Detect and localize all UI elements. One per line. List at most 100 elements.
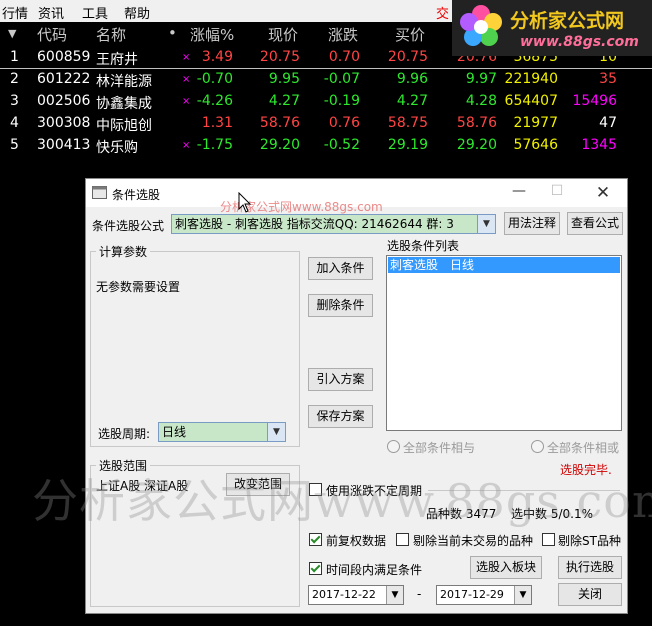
row-ask: 29.20 [456,137,497,153]
col-header-name[interactable]: 名称 [96,24,126,45]
brand-title: 分析家公式网 [510,10,625,32]
chevron-down-icon[interactable]: ▼ [514,586,531,604]
row-name: 快乐购 [96,140,138,156]
row-price: 20.75 [259,49,300,65]
pre-adjust-label: 前复权数据 [326,534,387,548]
row-change: 0.76 [328,115,360,131]
row-volume: 57646 [513,137,558,153]
add-condition-button[interactable]: 加入条件 [308,257,373,280]
brand-url: www.88gs.com [520,34,639,50]
table-row[interactable]: 5 300413 快乐购 × -1.75 29.20 -0.52 29.19 2… [0,135,652,157]
row-change-pct: 3.49 [201,49,233,65]
time-range-checkbox[interactable] [309,562,322,575]
table-row[interactable]: 3 002506 协鑫集成 × -4.26 4.27 -0.19 4.27 4.… [0,91,652,113]
col-header-change-pct[interactable]: 涨幅% [190,24,234,45]
import-scheme-button[interactable]: 引入方案 [308,368,373,391]
row-bid: 20.75 [387,49,428,65]
radio-or[interactable] [531,440,544,453]
row-name: 林洋能源 [96,74,152,90]
row-index: 2 [10,71,19,87]
stock-screening-dialog: 条件选股 — ☐ ✕ 条件选股公式 刺客选股 - 刺客选股 指标交流QQ: 21… [85,178,628,614]
list-item-formula: 刺客选股 [390,258,439,272]
period-select[interactable]: 日线 ▼ [158,422,286,442]
row-name: 中际旭创 [96,118,152,134]
menu-news[interactable]: 资讯 [38,3,64,22]
flower-logo-icon [460,5,502,46]
row-change-pct: -1.75 [196,137,233,153]
col-header-bid[interactable]: 买价 [395,24,425,45]
formula-select[interactable]: 刺客选股 - 刺客选股 指标交流QQ: 21462644 群: 3 ▼ [171,214,496,234]
date-to-picker[interactable]: 2017-12-29 ▼ [436,585,532,605]
date-separator: - [417,587,422,601]
list-item-period: 日线 [450,258,475,272]
row-name: 协鑫集成 [96,96,152,112]
row-price: 9.95 [268,71,300,87]
row-code: 002506 [37,93,91,109]
row-index: 1 [10,49,19,65]
row-volume: 654407 [504,93,558,109]
watermark-large: 分析家公式网www.88gs.com [32,474,652,528]
row-ask: 4.28 [465,93,497,109]
exclude-untraded-label: 剔除当前未交易的品种 [413,534,534,548]
usage-notes-button[interactable]: 用法注释 [504,212,560,235]
row-change-pct: -4.26 [196,93,233,109]
sort-arrow-icon[interactable]: ▼ [8,27,16,40]
exclude-st-label: 剔除ST品种 [558,534,621,548]
col-header-flag[interactable]: • [168,24,177,42]
table-row[interactable]: 2 601222 林洋能源 × -0.70 9.95 -0.07 9.96 9.… [0,69,652,91]
row-bid: 9.96 [396,71,428,87]
col-header-change[interactable]: 涨跌 [328,24,358,45]
row-name: 王府井 [96,52,138,68]
dialog-title: 条件选股 [112,188,161,202]
row-change: -0.07 [323,71,360,87]
row-index: 5 [10,137,19,153]
exclude-untraded-checkbox[interactable] [396,533,409,546]
row-price: 58.76 [259,115,300,131]
row-change: 0.70 [328,49,360,65]
col-header-price[interactable]: 现价 [268,24,298,45]
row-change: -0.52 [323,137,360,153]
row-current-volume: 35 [599,71,617,87]
formula-select-value: 刺客选股 - 刺客选股 指标交流QQ: 21462644 群: 3 [175,217,454,231]
row-code: 300413 [37,137,91,153]
row-current-volume: 47 [599,115,617,131]
formula-label: 条件选股公式 [92,219,165,233]
minimize-icon[interactable]: — [504,183,534,203]
menu-help[interactable]: 帮助 [124,3,150,22]
close-icon[interactable]: ✕ [588,183,618,203]
row-price: 29.20 [259,137,300,153]
condition-list[interactable]: 刺客选股 日线 [386,255,622,431]
chevron-down-icon[interactable]: ▼ [267,423,285,441]
list-item[interactable]: 刺客选股 日线 [388,257,620,273]
save-scheme-button[interactable]: 保存方案 [308,405,373,428]
row-index: 3 [10,93,19,109]
date-from-picker[interactable]: 2017-12-22 ▼ [308,585,404,605]
row-change-pct: -0.70 [196,71,233,87]
row-volume: 21977 [513,115,558,131]
radio-and[interactable] [387,440,400,453]
row-bid: 58.75 [387,115,428,131]
menu-tools[interactable]: 工具 [82,3,108,22]
add-to-block-button[interactable]: 选股入板块 [470,556,542,579]
row-change-pct: 1.31 [201,115,233,131]
col-header-code[interactable]: 代码 [37,24,67,45]
menu-trade[interactable]: 交 [436,3,449,22]
maximize-icon[interactable]: ☐ [542,183,572,203]
table-row[interactable]: 4 300308 中际旭创 1.31 58.76 0.76 58.75 58.7… [0,113,652,135]
delete-condition-button[interactable]: 删除条件 [308,294,373,317]
row-current-volume: 15496 [572,93,617,109]
pre-adjust-checkbox[interactable] [309,533,322,546]
row-code: 600859 [37,49,91,65]
brand-logo: 分析家公式网 www.88gs.com [452,0,652,56]
row-volume: 221940 [504,71,558,87]
row-ask: 58.76 [456,115,497,131]
chevron-down-icon[interactable]: ▼ [386,586,403,604]
menu-market[interactable]: 行情 [2,3,28,22]
date-to-value: 2017-12-29 [440,588,504,601]
view-formula-button[interactable]: 查看公式 [567,212,623,235]
close-button[interactable]: 关闭 [558,583,622,606]
exclude-st-checkbox[interactable] [542,533,555,546]
chevron-down-icon[interactable]: ▼ [477,215,495,233]
execute-screening-button[interactable]: 执行选股 [558,556,622,579]
no-params-text: 无参数需要设置 [96,280,181,294]
